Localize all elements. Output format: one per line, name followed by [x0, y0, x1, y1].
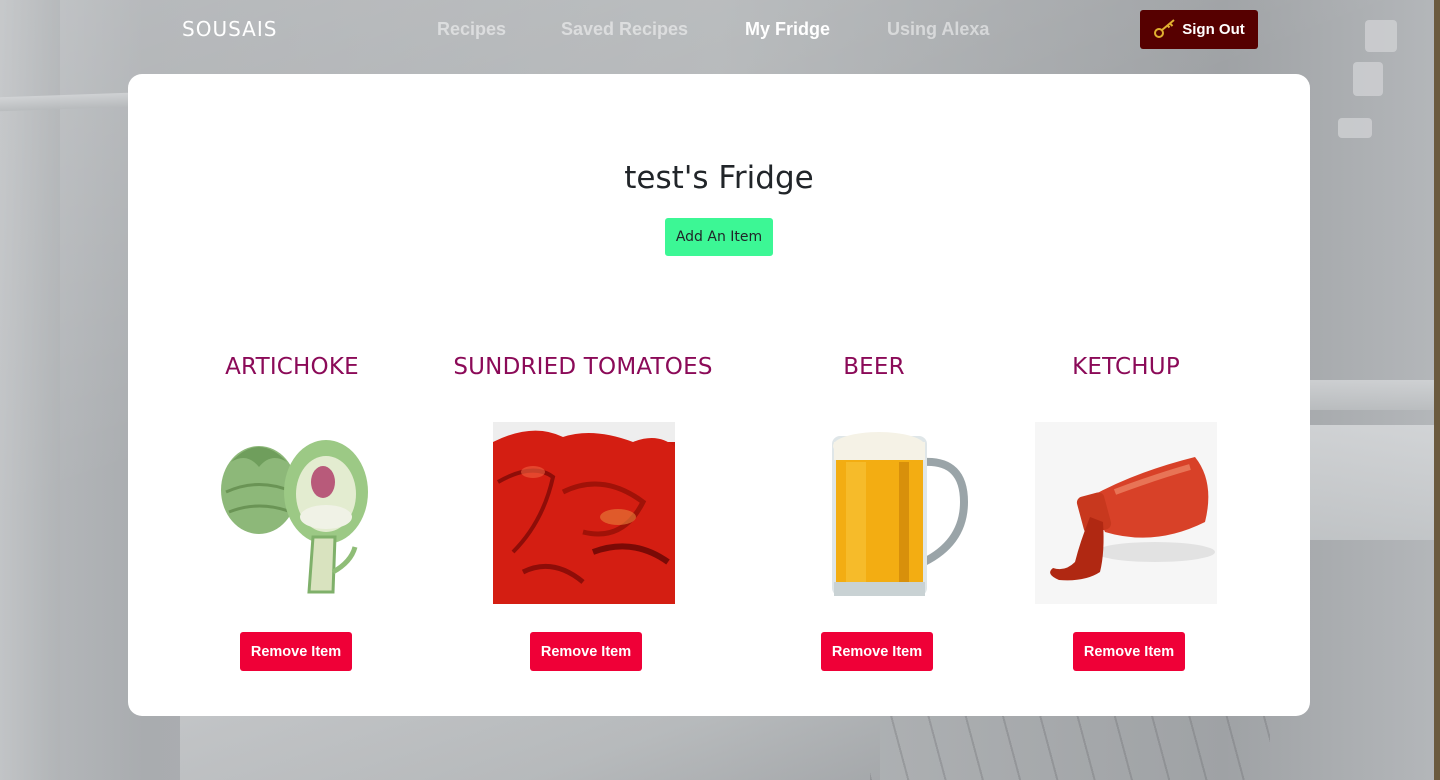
brand-logo[interactable]: SOUSAIS [182, 17, 277, 41]
fridge-card: test's Fridge Add An Item ARTICHOKE Remo… [128, 74, 1310, 716]
beer-image [804, 422, 986, 604]
fridge-item: ARTICHOKE Remove Item [147, 354, 437, 684]
nav-link-saved-recipes[interactable]: Saved Recipes [561, 19, 688, 40]
background-fridge-shelf [1310, 380, 1440, 410]
item-name: ARTICHOKE [225, 354, 359, 380]
background-fridge-bin [1310, 425, 1440, 540]
nav-link-recipes[interactable]: Recipes [437, 19, 506, 40]
item-name: SUNDRIED TOMATOES [453, 354, 713, 380]
background-fridge-wall [0, 0, 60, 780]
sign-out-button[interactable]: Sign Out [1140, 10, 1258, 49]
remove-item-button[interactable]: Remove Item [1073, 632, 1185, 671]
background-fridge-drawer [180, 716, 880, 780]
ketchup-image [1035, 422, 1217, 604]
fridge-item: SUNDRIED TOMATOES Remove Item [438, 354, 728, 684]
fridge-items-list: ARTICHOKE Remove Item SUNDRIED TOMATOES … [128, 354, 1310, 684]
background-fridge-shelf [0, 92, 130, 112]
remove-item-button[interactable]: Remove Item [240, 632, 352, 671]
sundried-tomatoes-image [493, 422, 675, 604]
fridge-item: BEER Remove Item [729, 354, 1019, 684]
background-fridge-lines [870, 716, 1270, 780]
remove-item-button[interactable]: Remove Item [821, 632, 933, 671]
top-navbar: SOUSAIS Recipes Saved Recipes My Fridge … [0, 0, 1440, 60]
background-fridge-tab [1338, 118, 1372, 138]
fridge-item: KETCHUP Remove Item [981, 354, 1271, 684]
item-name: KETCHUP [1072, 354, 1180, 380]
artichoke-image [201, 422, 383, 604]
remove-item-button[interactable]: Remove Item [530, 632, 642, 671]
item-name: BEER [843, 354, 905, 380]
nav-link-my-fridge[interactable]: My Fridge [745, 19, 830, 40]
sign-out-label: Sign Out [1182, 21, 1245, 38]
background-fridge-tab [1353, 62, 1383, 96]
background-edge [1434, 0, 1440, 780]
key-icon [1153, 17, 1177, 43]
page-title: test's Fridge [624, 160, 814, 196]
add-item-button[interactable]: Add An Item [665, 218, 773, 256]
nav-link-using-alexa[interactable]: Using Alexa [887, 19, 989, 40]
